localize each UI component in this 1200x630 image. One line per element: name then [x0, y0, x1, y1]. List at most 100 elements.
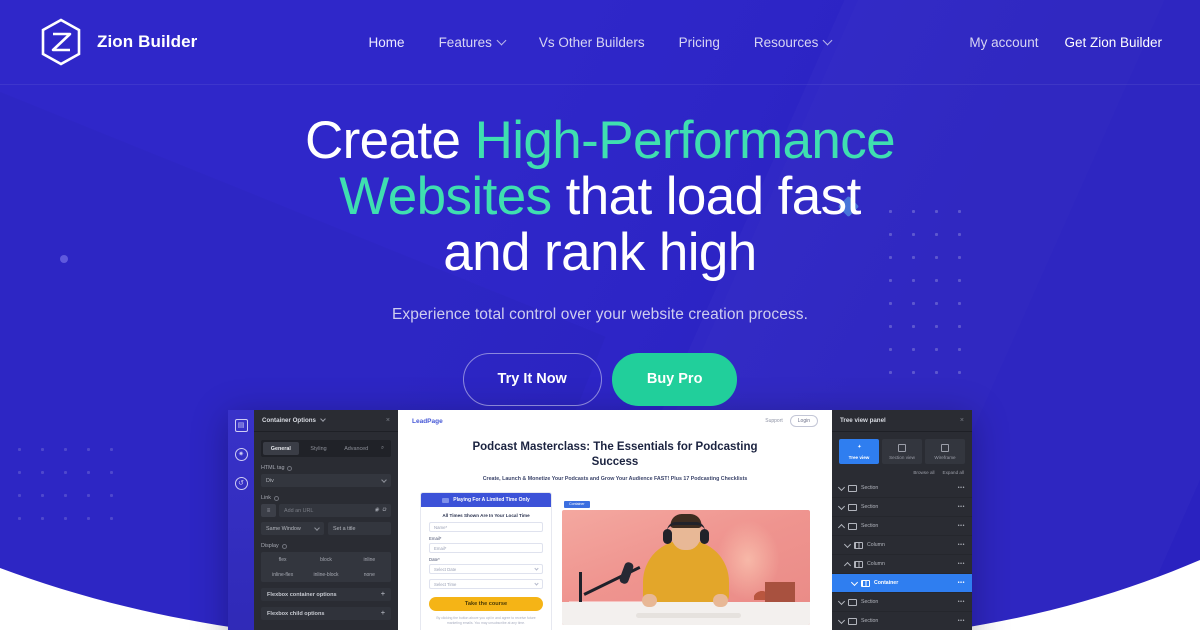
- tree-row-label: Section: [861, 599, 879, 605]
- html-tag-select[interactable]: Div: [261, 474, 391, 487]
- chevron-down-icon[interactable]: [850, 578, 859, 586]
- section-icon: [898, 444, 906, 452]
- close-icon[interactable]: ×: [960, 417, 964, 424]
- tree-row-section[interactable]: Section •••: [832, 479, 972, 498]
- photo-headphone-left: [663, 529, 672, 545]
- row-menu-icon[interactable]: •••: [958, 561, 965, 567]
- plus-icon: +: [380, 610, 385, 617]
- chevron-down-icon[interactable]: [837, 597, 846, 605]
- buy-pro-button[interactable]: Buy Pro: [611, 352, 738, 406]
- tree-row-column[interactable]: Column •••: [832, 555, 972, 574]
- preview-support-link[interactable]: Support: [765, 418, 783, 424]
- chevron-down-icon[interactable]: [837, 502, 846, 510]
- tree-row-section[interactable]: Section •••: [832, 517, 972, 536]
- tree-view-title: Tree view panel: [840, 417, 886, 424]
- decor-dot: [41, 448, 44, 451]
- display-option[interactable]: block: [304, 552, 347, 567]
- close-icon[interactable]: ×: [386, 417, 390, 424]
- nav-item-pricing[interactable]: Pricing: [662, 29, 737, 56]
- chevron-up-icon[interactable]: [837, 523, 846, 531]
- tab-general[interactable]: General: [263, 442, 299, 455]
- html-tag-value: Div: [266, 477, 274, 484]
- site-header: Zion Builder Home Features Vs Other Buil…: [0, 0, 1200, 85]
- tree-row-label: Section: [861, 485, 879, 491]
- chevron-down-icon[interactable]: [843, 540, 852, 548]
- headline-part-accent: Websites: [339, 167, 552, 227]
- nofollow-icon[interactable]: ⧉: [382, 507, 386, 514]
- html-tag-label-row: HTML tag: [261, 465, 391, 471]
- get-zion-builder-link[interactable]: Get Zion Builder: [1064, 35, 1162, 50]
- my-account-link[interactable]: My account: [969, 35, 1038, 50]
- accordion-flexbox-container[interactable]: Flexbox container options +: [261, 588, 391, 601]
- tab-styling[interactable]: Styling: [301, 442, 337, 455]
- chevron-down-icon[interactable]: [837, 483, 846, 491]
- try-it-now-button[interactable]: Try It Now: [462, 352, 602, 406]
- tab-label: Wireframe: [934, 455, 956, 460]
- brand-logo-link[interactable]: Zion Builder: [38, 17, 197, 67]
- form-banner-label: Playing For A Limited Time Only: [453, 497, 530, 504]
- link-target-select[interactable]: Same Window: [261, 522, 324, 535]
- display-option[interactable]: none: [348, 567, 391, 582]
- link-type-button[interactable]: ≡: [261, 504, 276, 517]
- tab-section-view[interactable]: Section view: [882, 439, 922, 464]
- info-icon[interactable]: [273, 495, 279, 501]
- expand-all-button[interactable]: Expand all: [943, 470, 964, 475]
- date-select[interactable]: Select Date: [429, 564, 543, 575]
- nav-item-label: Features: [438, 34, 492, 50]
- row-menu-icon[interactable]: •••: [958, 599, 965, 605]
- row-menu-icon[interactable]: •••: [958, 618, 965, 624]
- settings-icon[interactable]: ✷: [234, 448, 248, 461]
- link-label: Link: [261, 495, 271, 501]
- row-menu-icon[interactable]: •••: [958, 485, 965, 491]
- tree-view-panel: Tree view panel × ✦ Tree view Section vi…: [832, 410, 972, 630]
- preview-brand: LeadPage: [412, 417, 443, 425]
- link-title-input[interactable]: Set a title: [328, 522, 391, 535]
- preview-login-button[interactable]: Login: [789, 415, 818, 427]
- nav-item-label: Home: [368, 34, 405, 50]
- tab-wireframe[interactable]: Wireframe: [925, 439, 965, 464]
- tree-row-section[interactable]: Section •••: [832, 498, 972, 517]
- nav-item-home[interactable]: Home: [352, 29, 422, 56]
- decor-dot: [41, 517, 44, 520]
- tree-row-container[interactable]: Container •••: [832, 574, 972, 593]
- panel-icon[interactable]: ▤: [234, 419, 248, 432]
- chevron-down-icon[interactable]: [837, 616, 846, 624]
- display-option[interactable]: inline: [348, 552, 391, 567]
- info-icon[interactable]: [281, 543, 287, 549]
- nav-item-vs-other-builders[interactable]: Vs Other Builders: [522, 29, 662, 56]
- display-option[interactable]: flex: [261, 552, 304, 567]
- tree-row-section[interactable]: Section •••: [832, 612, 972, 630]
- preview-subhead: Create, Launch & Monetize Your Podcasts …: [482, 476, 748, 483]
- row-menu-icon[interactable]: •••: [958, 523, 965, 529]
- chevron-down-icon[interactable]: [320, 415, 326, 422]
- row-menu-icon[interactable]: •••: [958, 580, 965, 586]
- name-field[interactable]: Name*: [429, 522, 543, 533]
- search-icon[interactable]: ⌕: [376, 445, 389, 452]
- section-icon: [848, 503, 857, 511]
- landing-page: Zion Builder Home Features Vs Other Buil…: [0, 0, 1200, 630]
- history-icon[interactable]: ↺: [234, 477, 248, 490]
- tab-advanced[interactable]: Advanced: [338, 442, 374, 455]
- info-icon[interactable]: [287, 465, 293, 471]
- email-field[interactable]: Email*: [429, 543, 543, 554]
- chevron-up-icon[interactable]: [843, 561, 852, 569]
- nav-item-features[interactable]: Features: [422, 29, 522, 56]
- link-title-placeholder: Set a title: [333, 525, 356, 532]
- target-icon[interactable]: ◉: [374, 507, 379, 514]
- email-placeholder: Email*: [434, 545, 447, 551]
- row-menu-icon[interactable]: •••: [958, 504, 965, 510]
- accordion-flexbox-child[interactable]: Flexbox child options +: [261, 607, 391, 620]
- nav-item-resources[interactable]: Resources: [737, 29, 849, 56]
- tree-row-column[interactable]: Column •••: [832, 536, 972, 555]
- take-the-course-button[interactable]: Take the course: [429, 597, 543, 612]
- nav-item-label: Pricing: [678, 34, 720, 50]
- display-option[interactable]: inline-block: [304, 567, 347, 582]
- link-url-input[interactable]: Add an URL ◉ ⧉: [279, 504, 391, 517]
- decor-dot: [87, 517, 90, 520]
- browse-all-button[interactable]: Browse all: [913, 470, 934, 475]
- time-select[interactable]: Select Time: [429, 579, 543, 590]
- tab-tree-view[interactable]: ✦ Tree view: [839, 439, 879, 464]
- display-option[interactable]: inline-flex: [261, 567, 304, 582]
- tree-row-section[interactable]: Section •••: [832, 593, 972, 612]
- row-menu-icon[interactable]: •••: [958, 542, 965, 548]
